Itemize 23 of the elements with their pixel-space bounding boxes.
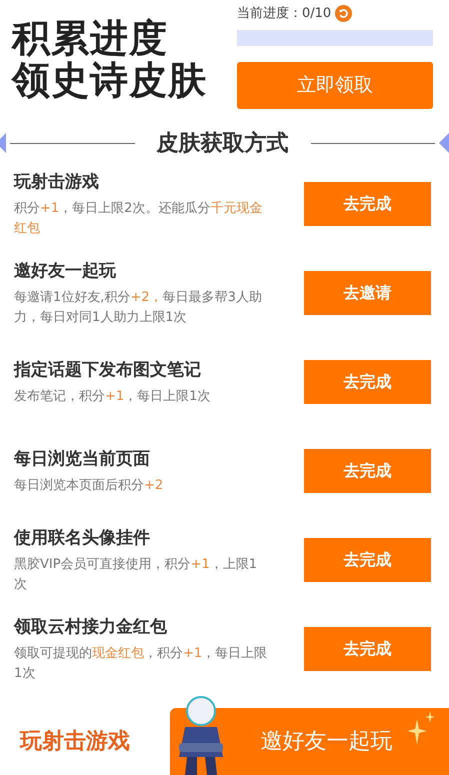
task-description: 每邀请1位好友,积分+2，每日最多帮3人助力，每日对同1人助力上限1次: [14, 289, 263, 327]
task-title: 使用联名头像挂件: [14, 526, 151, 550]
task-button[interactable]: 去完成: [304, 360, 431, 404]
task-title: 每日浏览当前页面: [14, 448, 151, 470]
page-title: 积累进度 领史诗皮肤: [12, 18, 207, 104]
task-description: 发布笔记，积分+1，每日上限1次: [14, 388, 212, 406]
task-button[interactable]: 去完成: [304, 182, 431, 226]
task-button[interactable]: 去邀请: [304, 271, 431, 315]
refresh-icon[interactable]: [335, 5, 352, 22]
task-description: 领取可提现的现金红包，积分+1，每日上限1次: [14, 645, 268, 683]
task-description: 积分+1，每日上限2次。还能瓜分千元现金红包: [14, 200, 264, 238]
claim-button[interactable]: 立即领取: [237, 62, 433, 108]
task-description: 每日浏览本页面后积分+2: [14, 477, 164, 495]
task-title: 指定话题下发布图文笔记: [14, 358, 202, 382]
section-title: 皮肤获取方式: [155, 130, 290, 158]
task-button[interactable]: 去完成: [304, 538, 431, 582]
task-description: 黑胶VIP会员可直接使用，积分+1，上限1次: [14, 556, 258, 594]
progress-label: 当前进度：0/10: [237, 5, 332, 23]
task-button[interactable]: 去完成: [304, 449, 431, 493]
task-title: 玩射击游戏: [14, 170, 100, 194]
task-button[interactable]: 去完成: [304, 627, 431, 671]
task-title: 领取云村接力金红包: [14, 616, 168, 639]
task-title: 邀好友一起玩: [14, 260, 117, 283]
